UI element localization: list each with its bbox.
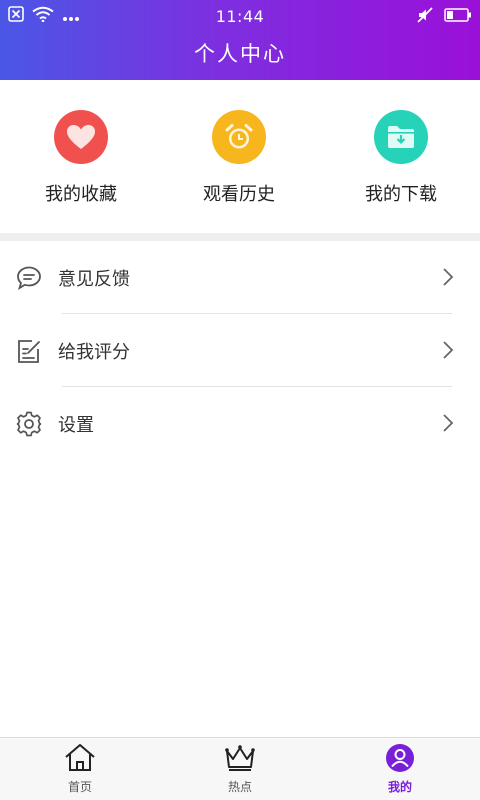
crown-icon (224, 743, 256, 773)
menu-label-feedback: 意见反馈 (58, 269, 130, 290)
tab-mine[interactable]: 我的 (320, 738, 480, 800)
edit-note-icon (16, 338, 42, 364)
quick-actions: 我的收藏 观看历史 我的下载 (0, 80, 480, 233)
mute-icon (416, 6, 434, 28)
status-time: 11:44 (215, 7, 265, 26)
gear-icon (16, 411, 42, 437)
battery-icon (444, 7, 472, 27)
menu-label-settings: 设置 (58, 415, 94, 436)
settings-menu: 意见反馈 给我评分 设置 (0, 241, 480, 460)
bottom-tab-bar: 首页 热点 我的 (0, 737, 480, 800)
chevron-right-icon (442, 413, 454, 433)
heart-icon (54, 110, 108, 164)
favorites-label: 我的收藏 (45, 184, 117, 205)
home-icon (64, 743, 96, 773)
menu-item-feedback[interactable]: 意见反馈 (0, 241, 480, 314)
chevron-right-icon (442, 267, 454, 287)
favorites-button[interactable]: 我的收藏 (11, 110, 151, 206)
watch-history-button[interactable]: 观看历史 (169, 110, 309, 206)
menu-item-settings[interactable]: 设置 (0, 387, 480, 460)
user-avatar-icon (384, 743, 416, 773)
tab-label-home: 首页 (67, 780, 92, 794)
alarm-clock-icon (212, 110, 266, 164)
watch-history-label: 观看历史 (203, 184, 275, 205)
status-bar: 11:44 (0, 0, 480, 32)
menu-item-rate[interactable]: 给我评分 (0, 314, 480, 387)
downloads-button[interactable]: 我的下载 (331, 110, 471, 206)
download-folder-icon (374, 110, 428, 164)
menu-label-rate: 给我评分 (58, 342, 130, 363)
downloads-label: 我的下载 (365, 184, 437, 205)
chevron-right-icon (442, 340, 454, 360)
tab-home[interactable]: 首页 (0, 738, 160, 800)
section-divider (0, 233, 480, 241)
app-header: 11:44 个人中心 (0, 0, 480, 80)
tab-label-hot: 热点 (227, 780, 252, 794)
tab-label-mine: 我的 (387, 780, 412, 794)
chat-bubble-icon (16, 265, 42, 291)
page-title: 个人中心 (194, 42, 286, 66)
tab-hot[interactable]: 热点 (160, 738, 320, 800)
